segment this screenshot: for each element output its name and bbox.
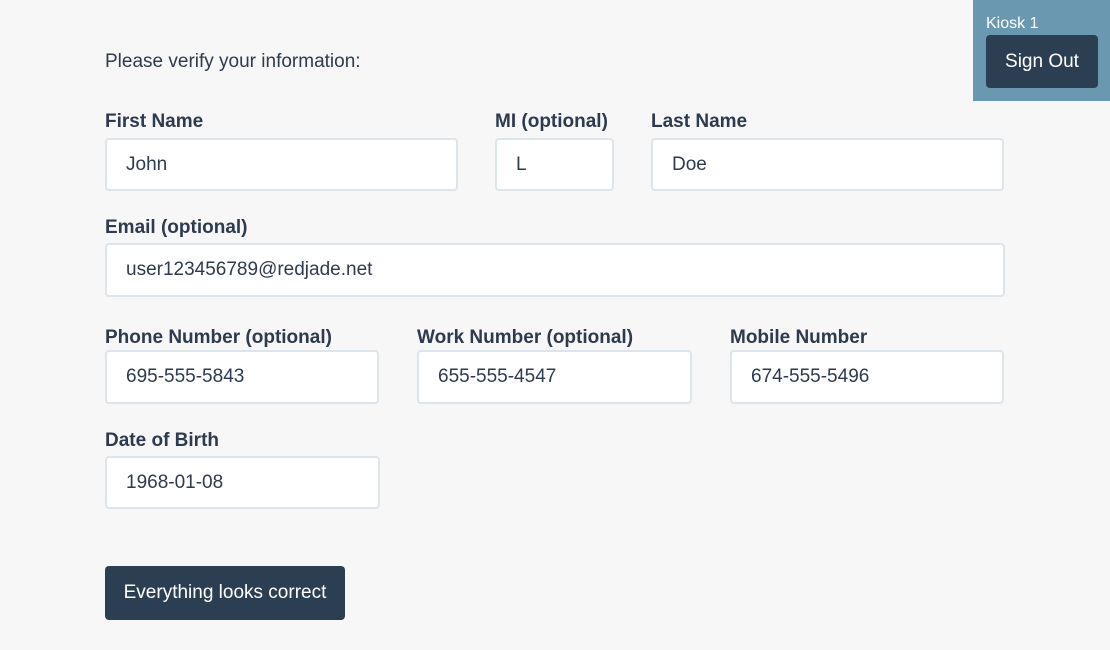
last-name-label: Last Name (651, 111, 748, 132)
kiosk-panel: Kiosk 1 Sign Out (973, 0, 1110, 101)
mobile-number-label: Mobile Number (730, 327, 868, 348)
middle-initial-label: MI (optional) (495, 111, 608, 132)
work-number-label: Work Number (optional) (417, 327, 634, 348)
intro-text: Please verify your information: (105, 51, 361, 72)
work-number-input[interactable] (417, 350, 692, 404)
sign-out-button[interactable]: Sign Out (986, 35, 1098, 88)
mobile-number-input[interactable] (730, 350, 1004, 404)
last-name-input[interactable] (651, 138, 1004, 191)
date-of-birth-input[interactable] (105, 456, 380, 509)
middle-initial-input[interactable] (495, 138, 614, 191)
phone-number-input[interactable] (105, 350, 379, 404)
first-name-input[interactable] (105, 138, 458, 191)
email-label: Email (optional) (105, 217, 248, 238)
first-name-label: First Name (105, 111, 204, 132)
email-input[interactable] (105, 243, 1005, 297)
date-of-birth-label: Date of Birth (105, 430, 219, 451)
phone-number-label: Phone Number (optional) (105, 327, 332, 348)
kiosk-label: Kiosk 1 (986, 15, 1039, 32)
confirm-button[interactable]: Everything looks correct (105, 566, 345, 620)
